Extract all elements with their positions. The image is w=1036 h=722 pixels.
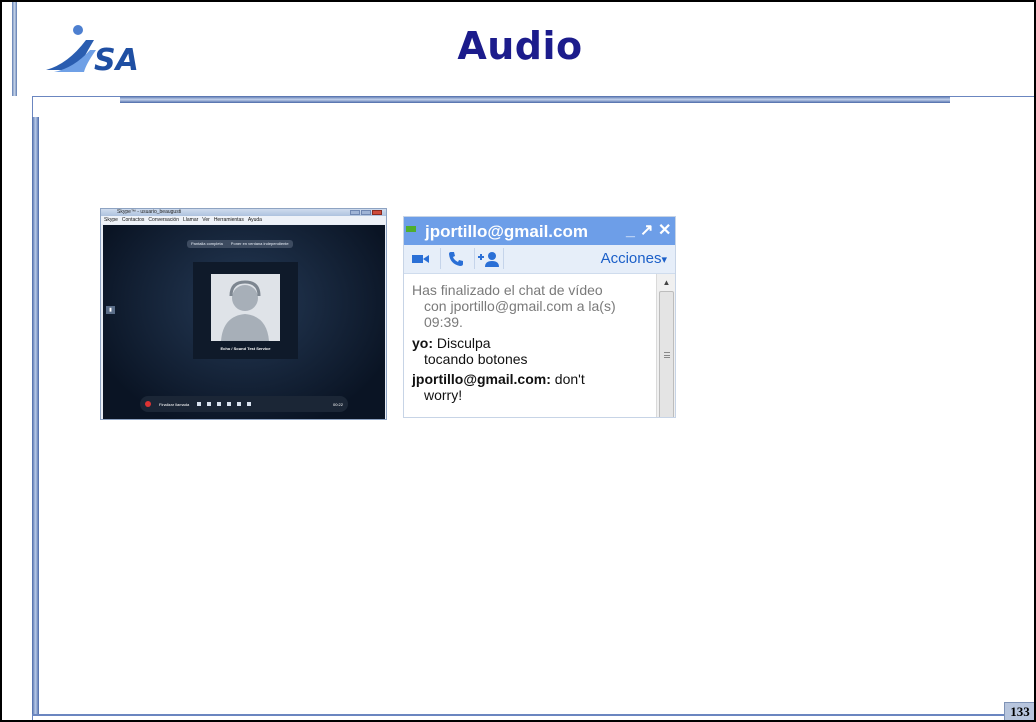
video-status-icon	[406, 226, 416, 232]
skype-view-buttons: Pantalla completa Poner en ventana indep…	[187, 240, 293, 248]
skype-call-stage: Pantalla completa Poner en ventana indep…	[103, 225, 385, 419]
chat-messages: Has finalizado el chat de vídeo con jpor…	[404, 274, 656, 417]
sender-label: yo:	[412, 335, 433, 351]
call-controls	[197, 402, 252, 406]
skype-window-title: Skype™ - usuario_beaugusti	[117, 209, 182, 215]
decorative-bar	[32, 117, 39, 714]
window-controls	[350, 210, 382, 215]
decorative-bar	[120, 96, 950, 103]
chat-message: jportillo@gmail.com: don't	[412, 371, 656, 387]
maximize-button[interactable]	[361, 210, 371, 215]
menu-item[interactable]: Conversación	[148, 216, 179, 224]
call-control-bar: Finalizar llamada 00:22	[140, 396, 348, 412]
avatar	[211, 274, 280, 341]
skype-titlebar: Skype™ - usuario_beaugusti	[101, 209, 386, 216]
contact-list-icon[interactable]: ▮	[106, 306, 115, 314]
close-button[interactable]	[372, 210, 382, 215]
menu-item[interactable]: Skype	[104, 216, 118, 224]
actions-menu[interactable]: Acciones▾	[601, 250, 667, 269]
chat-message: yo: Disculpa	[412, 335, 656, 351]
slide-title: Audio	[457, 24, 583, 68]
mic-icon[interactable]	[197, 402, 202, 406]
message-text: worry!	[424, 387, 463, 403]
end-call-icon[interactable]	[145, 401, 151, 407]
add-user-icon	[478, 251, 499, 267]
sender-label: jportillo@gmail.com:	[412, 371, 551, 387]
page-number: 133	[1004, 702, 1034, 720]
chat-header[interactable]: jportillo@gmail.com _ ↗ ✕	[404, 217, 675, 245]
menu-item[interactable]: Llamar	[183, 216, 198, 224]
scrollbar[interactable]: ▲	[656, 274, 675, 417]
end-call-label[interactable]: Finalizar llamada	[159, 402, 189, 407]
menu-item[interactable]: Herramientas	[214, 216, 244, 224]
video-call-button[interactable]	[406, 248, 436, 269]
contacts-icon[interactable]	[217, 402, 222, 406]
decorative-line	[32, 714, 1034, 716]
menu-item[interactable]: Ver	[202, 216, 210, 224]
message-line: con jportillo@gmail.com a la(s)	[424, 298, 616, 314]
skype-screenshot: Skype™ - usuario_beaugusti Skype Contact…	[100, 208, 387, 420]
signal-icon	[247, 402, 252, 406]
close-button[interactable]: ✕	[658, 221, 671, 241]
menu-item[interactable]: Ayuda	[248, 216, 262, 224]
chat-icon[interactable]	[237, 402, 242, 406]
actions-label: Acciones	[600, 250, 662, 267]
minimize-button[interactable]: _	[626, 221, 635, 241]
skype-menubar: Skype Contactos Conversación Llamar Ver …	[101, 216, 386, 224]
chevron-down-icon: ▾	[661, 254, 667, 266]
speaker-icon[interactable]	[207, 402, 212, 406]
message-text: don't	[554, 371, 585, 387]
message-line: Has finalizado el chat de vídeo	[412, 282, 603, 298]
message-text: tocando botones	[424, 351, 528, 367]
fullscreen-button[interactable]: Pantalla completa	[191, 240, 223, 248]
voice-call-button[interactable]	[440, 248, 470, 269]
system-message: Has finalizado el chat de vídeo con jpor…	[412, 282, 656, 330]
contact-name: Echo / Sound Test Service	[220, 346, 271, 351]
phone-icon	[448, 251, 463, 266]
scrollbar-thumb[interactable]	[659, 291, 674, 417]
grip-icon	[664, 352, 670, 358]
chat-contact-email: jportillo@gmail.com	[425, 222, 588, 241]
popout-window-button[interactable]: Poner en ventana independiente	[231, 240, 289, 248]
video-camera-icon	[412, 254, 429, 263]
contact-card: Echo / Sound Test Service	[193, 262, 298, 359]
gmail-chat-window: jportillo@gmail.com _ ↗ ✕ Acciones▾ Has …	[403, 216, 676, 418]
call-timer: 00:22	[332, 401, 343, 407]
minimize-button[interactable]	[350, 210, 360, 215]
message-line: 09:39.	[424, 314, 463, 330]
scroll-up-icon[interactable]: ▲	[657, 277, 675, 289]
add-user-button[interactable]	[474, 248, 504, 269]
chat-toolbar: Acciones▾	[404, 245, 675, 274]
menu-item[interactable]: Contactos	[122, 216, 145, 224]
popout-button[interactable]: ↗	[640, 221, 653, 241]
slide: SA Audio Skype™ - usuario_beaugusti Skyp…	[0, 0, 1036, 722]
message-text: Disculpa	[436, 335, 491, 351]
dialpad-icon[interactable]	[227, 402, 232, 406]
